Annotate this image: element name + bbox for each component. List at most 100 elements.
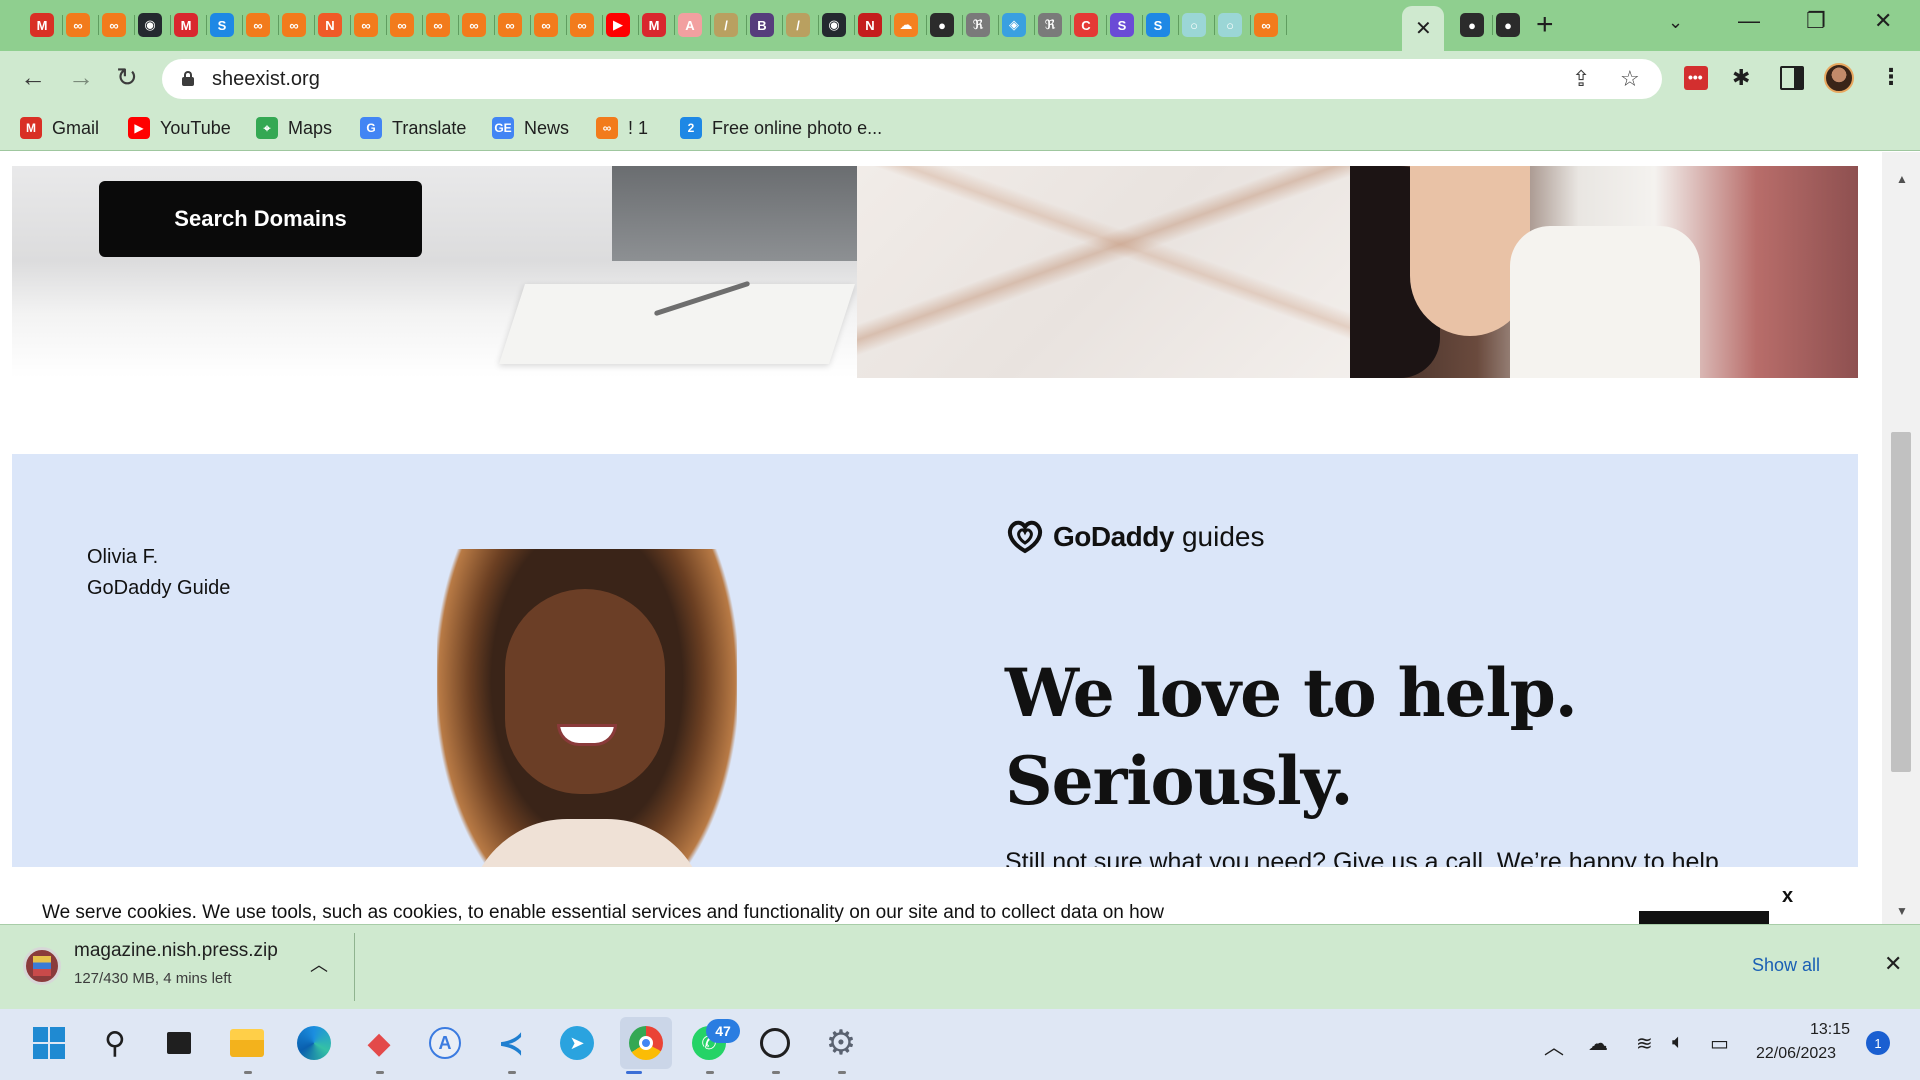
- scroll-up-arrow-icon[interactable]: ▲: [1896, 172, 1908, 186]
- bookmark-star-icon[interactable]: ☆: [1620, 66, 1640, 92]
- android-studio-icon[interactable]: A: [424, 1022, 466, 1064]
- bookmark-photo-editor[interactable]: 2 Free online photo e...: [680, 115, 882, 141]
- close-download-shelf-icon[interactable]: ✕: [1884, 951, 1902, 977]
- side-panel-icon[interactable]: [1780, 66, 1804, 90]
- telegram-icon[interactable]: ➤: [556, 1022, 598, 1064]
- cookie-accept-button[interactable]: [1639, 911, 1769, 924]
- link-icon[interactable]: ∞: [570, 13, 594, 37]
- browser-menu-icon[interactable]: ⋮: [1880, 64, 1902, 90]
- windows-start-icon[interactable]: [28, 1022, 70, 1064]
- mega-icon[interactable]: M: [642, 13, 666, 37]
- back-arrow-icon[interactable]: ←: [20, 63, 46, 91]
- mega-icon[interactable]: M: [174, 13, 198, 37]
- globe-icon[interactable]: ●: [930, 13, 954, 37]
- s-icon[interactable]: S: [210, 13, 234, 37]
- restore-icon[interactable]: ❐: [1806, 8, 1826, 34]
- extensions-puzzle-icon[interactable]: ✱: [1732, 66, 1756, 90]
- bookmark-translate[interactable]: G Translate: [360, 115, 466, 141]
- bookmark-link[interactable]: ∞ ! 1: [596, 115, 648, 141]
- airbnb-icon[interactable]: A: [678, 13, 702, 37]
- notification-count-badge[interactable]: 1: [1866, 1031, 1890, 1055]
- globe-icon[interactable]: ●: [1460, 13, 1484, 37]
- forward-arrow-icon[interactable]: →: [68, 63, 94, 91]
- new-tab-button[interactable]: +: [1536, 8, 1554, 42]
- link-icon[interactable]: ∞: [354, 13, 378, 37]
- youtube-icon[interactable]: ▶: [606, 13, 630, 37]
- settings-gear-icon[interactable]: ⚙: [820, 1022, 862, 1064]
- link-icon[interactable]: ∞: [282, 13, 306, 37]
- volume-icon[interactable]: 🔈︎: [1672, 1031, 1684, 1054]
- battery-charging-icon[interactable]: ▭: [1710, 1031, 1729, 1056]
- show-hidden-icons-chevron-icon[interactable]: ︿: [1544, 1031, 1564, 1060]
- close-tab-icon[interactable]: ✕: [1415, 16, 1432, 41]
- bookmark-maps[interactable]: ⌖ Maps: [256, 115, 332, 141]
- scroll-down-arrow-icon[interactable]: ▼: [1896, 904, 1908, 918]
- clock-time[interactable]: 13:15: [1810, 1021, 1850, 1039]
- tab-search-chevron-icon[interactable]: ⌄: [1668, 12, 1683, 33]
- minimize-icon[interactable]: —: [1738, 8, 1760, 34]
- share-icon[interactable]: ⇪: [1572, 66, 1590, 92]
- task-view-icon[interactable]: [158, 1022, 200, 1064]
- ring-icon[interactable]: ○: [1218, 13, 1242, 37]
- gmail-icon[interactable]: M: [30, 13, 54, 37]
- link-icon[interactable]: ∞: [534, 13, 558, 37]
- reload-icon[interactable]: ↻: [116, 63, 138, 91]
- app-icon[interactable]: [754, 1022, 796, 1064]
- link-icon[interactable]: ∞: [498, 13, 522, 37]
- globe-icon[interactable]: ●: [1496, 13, 1520, 37]
- active-tab[interactable]: ✕: [1402, 6, 1444, 51]
- s-icon[interactable]: S: [1146, 13, 1170, 37]
- b-icon[interactable]: B: [750, 13, 774, 37]
- address-bar[interactable]: sheexist.org ⇪ ☆: [162, 59, 1662, 99]
- file-explorer-icon[interactable]: [226, 1022, 268, 1064]
- extension-lastpass-icon[interactable]: •••: [1684, 66, 1708, 90]
- link-icon[interactable]: ∞: [462, 13, 486, 37]
- download-options-chevron-icon[interactable]: ︿: [310, 951, 328, 977]
- link-icon[interactable]: ∞: [426, 13, 450, 37]
- vscode-icon[interactable]: ≺: [490, 1022, 532, 1064]
- design-app-icon[interactable]: ◆: [358, 1022, 400, 1064]
- cookie-banner: We serve cookies. We use tools, such as …: [12, 867, 1858, 924]
- link-icon[interactable]: ∞: [1254, 13, 1278, 37]
- edge-browser-icon[interactable]: [293, 1022, 335, 1064]
- c-icon[interactable]: C: [1074, 13, 1098, 37]
- feather-icon[interactable]: /: [714, 13, 738, 37]
- clock-date[interactable]: 22/06/2023: [1756, 1045, 1836, 1063]
- seal-icon[interactable]: ℜ: [1038, 13, 1062, 37]
- onedrive-cloud-icon[interactable]: ☁: [1588, 1031, 1608, 1056]
- lock-icon[interactable]: [182, 71, 194, 86]
- cookie-close-button[interactable]: x: [1782, 885, 1793, 908]
- url-text[interactable]: sheexist.org: [212, 68, 320, 91]
- github-icon[interactable]: ◉: [138, 13, 162, 37]
- link-icon[interactable]: ∞: [390, 13, 414, 37]
- show-all-downloads-link[interactable]: Show all: [1752, 955, 1820, 976]
- n-icon[interactable]: N: [318, 13, 342, 37]
- link-icon[interactable]: ∞: [246, 13, 270, 37]
- translate-icon: G: [360, 117, 382, 139]
- bookmark-youtube[interactable]: ▶ YouTube: [128, 115, 231, 141]
- s-purple-icon[interactable]: S: [1110, 13, 1134, 37]
- ring-icon[interactable]: ○: [1182, 13, 1206, 37]
- bookmark-news[interactable]: GE News: [492, 115, 569, 141]
- chrome-icon[interactable]: [620, 1017, 672, 1069]
- download-filename[interactable]: magazine.nish.press.zip: [74, 940, 278, 962]
- search-icon[interactable]: ⚲: [94, 1022, 136, 1064]
- page-scrollbar[interactable]: ▲ ▼: [1882, 152, 1920, 924]
- link-icon[interactable]: ∞: [66, 13, 90, 37]
- github-icon[interactable]: ◉: [822, 13, 846, 37]
- search-domains-button[interactable]: Search Domains: [99, 181, 422, 257]
- link-icon[interactable]: ∞: [102, 13, 126, 37]
- wifi-icon[interactable]: ≋: [1636, 1031, 1653, 1056]
- cloud-icon[interactable]: ☁: [894, 13, 918, 37]
- tab-separator: [674, 15, 675, 35]
- guide-role: GoDaddy Guide: [87, 577, 231, 599]
- n-red-icon[interactable]: N: [858, 13, 882, 37]
- close-window-icon[interactable]: ✕: [1874, 8, 1892, 34]
- profile-avatar[interactable]: [1824, 63, 1854, 93]
- bookmark-gmail[interactable]: M Gmail: [20, 115, 99, 141]
- winrar-archive-icon[interactable]: [23, 947, 61, 985]
- scroll-thumb[interactable]: [1891, 432, 1911, 772]
- feather-icon[interactable]: /: [786, 13, 810, 37]
- seal-icon[interactable]: ℜ: [966, 13, 990, 37]
- pin-icon[interactable]: ◈: [1002, 13, 1026, 37]
